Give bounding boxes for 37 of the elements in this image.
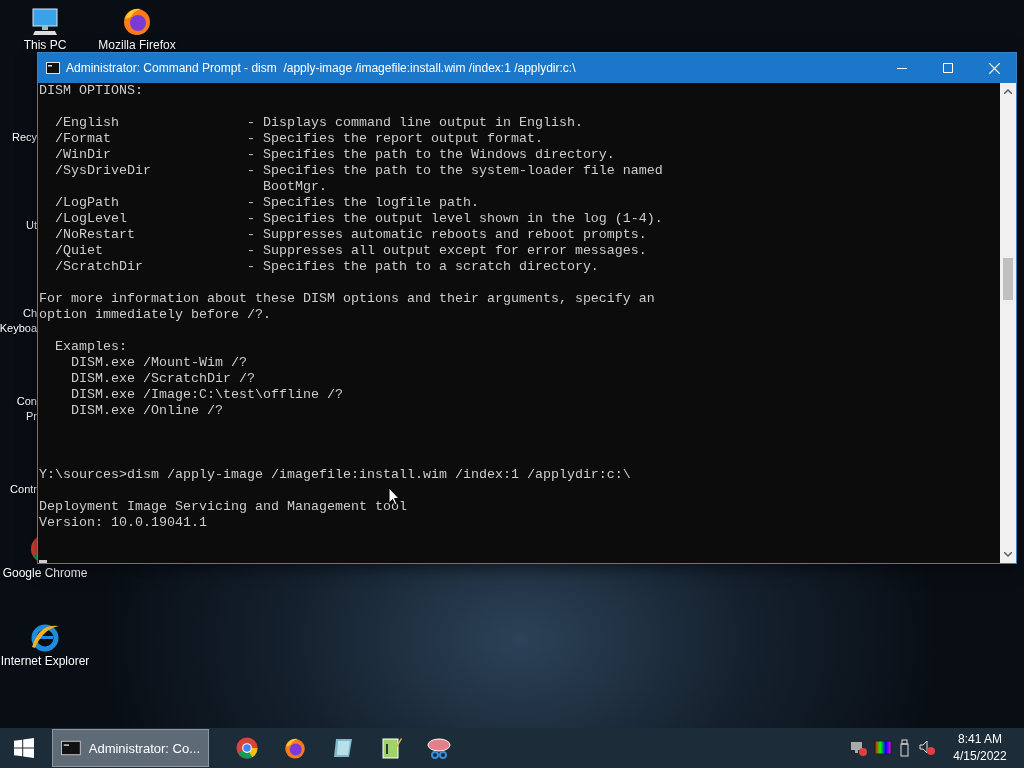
icon-label: Mozilla Firefox xyxy=(98,38,176,52)
console-line: Examples: xyxy=(54,339,127,355)
icon-label: Google Chrome xyxy=(2,566,88,580)
console-line: /English - Displays command line output in English. xyxy=(54,115,583,131)
window-title: Administrator: Command Prompt - dism /apply-image /imagefile:install.wim /index:1 /applydir:c:\ xyxy=(66,61,577,75)
icon-label: This PC xyxy=(23,38,67,52)
console-line: /NoRestart - Suppresses automatic reboots and reboot prompts. xyxy=(54,227,647,243)
console-line: /LogPath - Specifies the logfile path. xyxy=(54,195,479,211)
icon-label: Internet Explorer xyxy=(0,654,90,668)
console-line: option immediately before /?. xyxy=(39,307,271,323)
console-line: Version: 10.0.19041.1 xyxy=(39,515,207,531)
console-line: /Format - Specifies the report output format. xyxy=(54,131,543,147)
icon-label: Contr xyxy=(10,482,37,497)
console-line: /ScratchDir - Specifies the path to a scratch directory. xyxy=(54,259,599,275)
icon-label: Ut xyxy=(26,218,37,233)
console-line: DISM.exe /Image:C:\test\offline /? xyxy=(70,387,343,403)
icon-label: Keyboa xyxy=(0,321,37,336)
console-line: /Quiet - Suppresses all output except for error messages. xyxy=(54,243,647,259)
console-line: /SysDriveDir - Specifies the path to the system-loader file named xyxy=(54,163,663,179)
icon-label: Recy xyxy=(11,130,37,145)
console-line: BootMgr. xyxy=(261,179,327,195)
clock-date: 4/15/2022 xyxy=(953,748,1007,765)
icon-label: Con xyxy=(16,394,37,409)
taskbar-window-button[interactable]: Administrator: Co... xyxy=(52,729,209,767)
console-line: For more information about these DISM options and their arguments, specify an xyxy=(39,291,655,307)
console-line: DISM.exe /Mount-Wim /? xyxy=(70,355,247,371)
icon-label: Ch xyxy=(22,306,37,321)
command-line: Y:\sources>dism /apply-image /imagefile:install.wim /index:1 /applydir:c:\ xyxy=(39,467,631,483)
icon-label: Pr xyxy=(26,409,37,424)
console-line: /LogLevel - Specifies the output level shown in the log (1-4). xyxy=(54,211,663,227)
console-line: Deployment Image Servicing and Management tool xyxy=(39,499,407,515)
console-line: /WinDir - Specifies the path to the Windows directory. xyxy=(54,147,615,163)
console-line: DISM.exe /ScratchDir /? xyxy=(70,371,255,387)
clock-time: 8:41 AM xyxy=(958,731,1002,748)
console-line: DISM.exe /Online /? xyxy=(70,403,223,419)
console-line: DISM OPTIONS: xyxy=(39,83,143,99)
clock[interactable]: 8:41 AM 4/15/2022 xyxy=(942,731,1018,765)
